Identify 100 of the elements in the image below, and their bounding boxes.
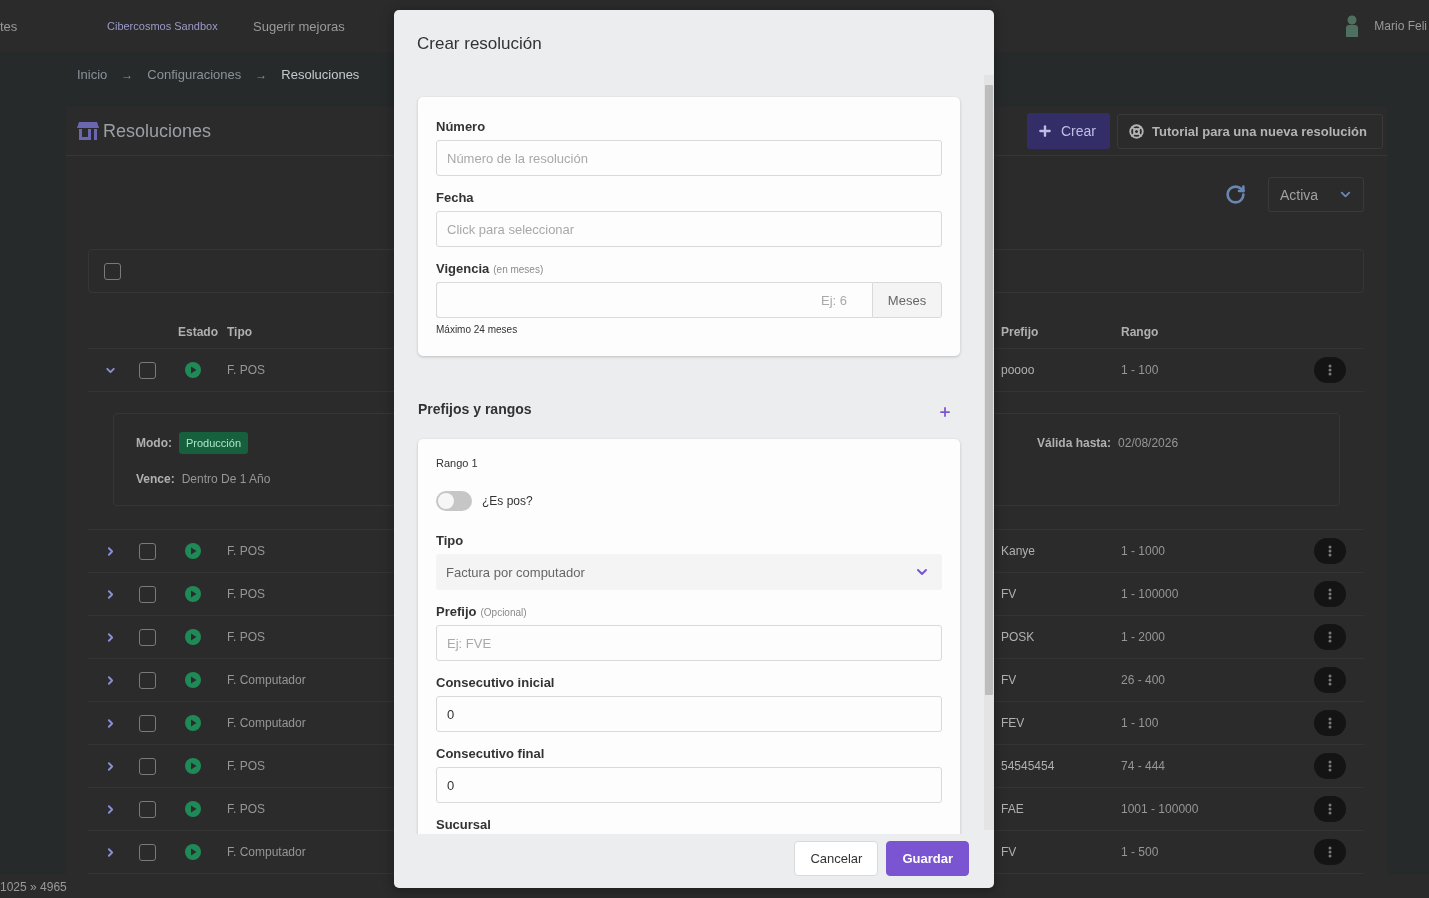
column-header: Estado bbox=[178, 324, 218, 339]
play-circle-icon bbox=[185, 629, 201, 645]
row-checkbox[interactable] bbox=[139, 671, 156, 689]
text-input[interactable]: 0 bbox=[436, 767, 942, 803]
field-label: Prefijo bbox=[436, 603, 477, 620]
kebab-icon bbox=[1328, 760, 1332, 772]
column-header: Prefijo bbox=[1001, 324, 1039, 339]
user-name[interactable]: Mario Feli bbox=[1374, 19, 1427, 33]
nav-link[interactable]: tes bbox=[0, 18, 18, 34]
scrollbar[interactable] bbox=[984, 75, 994, 830]
feedback-link[interactable]: Sugerir mejoras bbox=[253, 18, 345, 34]
save-button[interactable]: Guardar bbox=[886, 841, 969, 876]
text-input[interactable]: Número de la resolución bbox=[436, 140, 942, 176]
table-cell: F. POS bbox=[227, 363, 265, 377]
select-all-checkbox[interactable] bbox=[104, 262, 121, 280]
table-cell: 1001 - 100000 bbox=[1121, 802, 1199, 816]
play-circle-icon bbox=[185, 758, 201, 774]
text-input[interactable]: Ej: 6 bbox=[436, 282, 872, 318]
detail-label: Modo: bbox=[136, 436, 172, 450]
tutorial-button[interactable]: Tutorial para una nueva resolución bbox=[1116, 113, 1383, 149]
play-circle-icon bbox=[185, 672, 201, 688]
create-button[interactable]: Crear bbox=[1026, 113, 1110, 149]
refresh-icon[interactable] bbox=[1225, 184, 1246, 205]
table-cell: F. POS bbox=[227, 587, 265, 601]
dialog-title: Crear resolución bbox=[417, 33, 542, 54]
range-title: Rango 1 bbox=[436, 456, 478, 470]
row-checkbox[interactable] bbox=[139, 585, 156, 603]
workspace-link[interactable]: Cibercosmos Sandbox bbox=[107, 20, 218, 32]
table-cell: F. Computador bbox=[227, 716, 306, 730]
table-cell: FV bbox=[1001, 587, 1017, 601]
table-cell: POSK bbox=[1001, 630, 1035, 644]
table-cell: 54545454 bbox=[1001, 759, 1055, 773]
table-cell: 1 - 100 bbox=[1121, 716, 1159, 730]
plus-icon bbox=[1036, 123, 1053, 139]
play-circle-icon bbox=[185, 586, 201, 602]
table-cell: 1 - 2000 bbox=[1121, 630, 1166, 644]
size-readout: 1025 » 4965 bbox=[0, 879, 67, 894]
kebab-icon bbox=[1328, 631, 1332, 643]
cancel-button[interactable]: Cancelar bbox=[794, 841, 879, 876]
table-cell: poooo bbox=[1001, 363, 1035, 377]
avatar-icon bbox=[1345, 15, 1360, 37]
breadcrumb-link[interactable]: Configuraciones bbox=[147, 65, 242, 85]
play-circle-icon bbox=[185, 543, 201, 559]
status-badge: Producción bbox=[179, 432, 249, 454]
detail-value: Dentro De 1 Año bbox=[181, 472, 271, 486]
text-input[interactable]: Click para seleccionar bbox=[436, 211, 942, 247]
kebab-icon bbox=[1328, 364, 1332, 376]
row-checkbox[interactable] bbox=[139, 800, 156, 818]
type-select[interactable]: Factura por computador bbox=[436, 554, 942, 590]
status-select[interactable]: Activa bbox=[1268, 177, 1364, 212]
breadcrumb-link[interactable]: Inicio bbox=[77, 65, 108, 85]
play-circle-icon bbox=[185, 715, 201, 731]
toggle-switch[interactable] bbox=[436, 491, 472, 511]
play-circle-icon bbox=[185, 801, 201, 817]
table-cell: F. Computador bbox=[227, 845, 306, 859]
field-label: Tipo bbox=[436, 532, 464, 549]
kebab-icon bbox=[1328, 674, 1332, 686]
row-checkbox[interactable] bbox=[139, 757, 156, 775]
table-cell: 1 - 100 bbox=[1121, 363, 1159, 377]
breadcrumb-separator: → bbox=[255, 67, 268, 84]
section-title: Prefijos y rangos bbox=[418, 401, 532, 417]
kebab-icon bbox=[1328, 803, 1332, 815]
table-cell: F. POS bbox=[227, 544, 265, 558]
table-cell: FV bbox=[1001, 845, 1017, 859]
kebab-icon bbox=[1328, 846, 1332, 858]
table-cell: 74 - 444 bbox=[1121, 759, 1166, 773]
kebab-icon bbox=[1328, 717, 1332, 729]
row-checkbox[interactable] bbox=[139, 843, 156, 861]
field-hint: (en meses) bbox=[493, 264, 544, 275]
table-cell: F. POS bbox=[227, 759, 265, 773]
help-text: Máximo 24 meses bbox=[436, 324, 518, 336]
life-ring-icon bbox=[1128, 123, 1144, 139]
breadcrumb-current: Resoluciones bbox=[281, 66, 360, 84]
row-checkbox[interactable] bbox=[139, 542, 156, 560]
table-cell: 1 - 1000 bbox=[1121, 544, 1166, 558]
row-checkbox[interactable] bbox=[139, 361, 156, 379]
kebab-icon bbox=[1328, 588, 1332, 600]
column-header: Tipo bbox=[227, 324, 253, 339]
table-cell: F. Computador bbox=[227, 673, 306, 687]
page-title: Resoluciones bbox=[103, 120, 212, 142]
field-label: Número bbox=[436, 118, 486, 135]
row-checkbox[interactable] bbox=[139, 714, 156, 732]
play-circle-icon bbox=[185, 844, 201, 860]
unit-addon: Meses bbox=[872, 282, 942, 318]
field-label: Consecutivo inicial bbox=[436, 674, 555, 691]
detail-label: Válida hasta: bbox=[1037, 436, 1112, 450]
table-cell: FAE bbox=[1001, 802, 1024, 816]
add-range-button[interactable] bbox=[938, 405, 952, 419]
text-input[interactable]: 0 bbox=[436, 696, 942, 732]
field-label: Consecutivo final bbox=[436, 745, 545, 762]
text-input[interactable]: Ej: FVE bbox=[436, 625, 942, 661]
table-cell: Kanye bbox=[1001, 544, 1036, 558]
row-checkbox[interactable] bbox=[139, 628, 156, 646]
field-label: Fecha bbox=[436, 189, 474, 206]
field-label: Vigencia bbox=[436, 260, 490, 277]
table-cell: FEV bbox=[1001, 716, 1025, 730]
kebab-icon bbox=[1328, 545, 1332, 557]
table-cell: 26 - 400 bbox=[1121, 673, 1166, 687]
toggle-label: ¿Es pos? bbox=[482, 494, 533, 508]
detail-label: Vence: bbox=[136, 472, 175, 486]
